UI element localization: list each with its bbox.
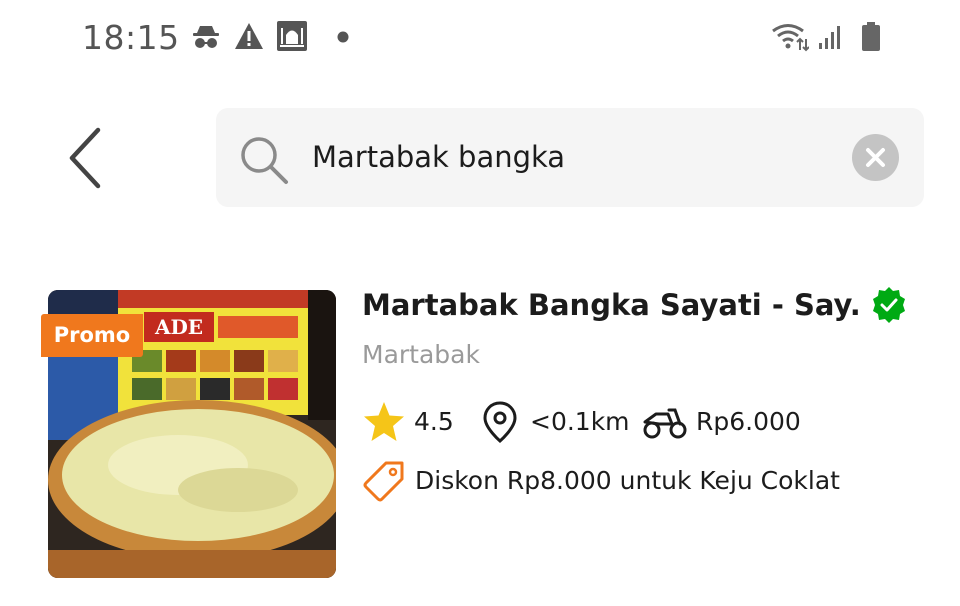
- search-bar[interactable]: [216, 108, 924, 207]
- star-icon: [364, 402, 404, 441]
- search-input[interactable]: [312, 135, 832, 179]
- location-pin-icon: [483, 401, 517, 443]
- status-bar: 18:15: [0, 0, 960, 78]
- search-icon: [238, 134, 290, 190]
- discount-text: Diskon Rp8.000 untuk Keju Coklat: [415, 466, 840, 495]
- restaurant-meta: 4.5 <0.1km Rp6.000: [362, 400, 922, 444]
- rating: 4.5: [362, 400, 462, 444]
- distance: <0.1km: [482, 400, 632, 444]
- delivery-fee: Rp6.000: [642, 400, 822, 444]
- warning-icon: [234, 22, 264, 50]
- incognito-icon: [192, 24, 220, 50]
- verified-icon: [870, 286, 908, 328]
- delivery-fee-value: Rp6.000: [696, 407, 801, 436]
- back-arrow-icon: [69, 127, 101, 189]
- sign-text: ADE: [154, 315, 203, 339]
- motorbike-icon: [643, 408, 687, 439]
- mosque-icon: [276, 20, 308, 52]
- screen: 18:15 Martabak bangka ADE Promo Martabak…: [0, 0, 960, 606]
- rating-value: 4.5: [414, 407, 454, 436]
- tag-icon: [363, 461, 404, 502]
- promo-badge: Promo: [41, 314, 143, 357]
- discount-info: Diskon Rp8.000 untuk Keju Coklat: [362, 460, 922, 504]
- restaurant-category: Martabak: [362, 340, 480, 369]
- back-button[interactable]: [58, 126, 114, 190]
- dot-icon: [337, 31, 349, 43]
- signal-icon: [818, 24, 844, 50]
- status-time: 18:15: [82, 18, 180, 57]
- clear-search-button[interactable]: [852, 134, 899, 181]
- distance-value: <0.1km: [530, 407, 630, 436]
- clear-icon: [866, 148, 885, 167]
- restaurant-result-card[interactable]: ADE Promo Martabak Bangka Sayati - Say..…: [0, 270, 960, 590]
- wifi-icon: [771, 22, 809, 52]
- restaurant-name: Martabak Bangka Sayati - Say...: [362, 288, 862, 322]
- battery-icon: [861, 22, 881, 52]
